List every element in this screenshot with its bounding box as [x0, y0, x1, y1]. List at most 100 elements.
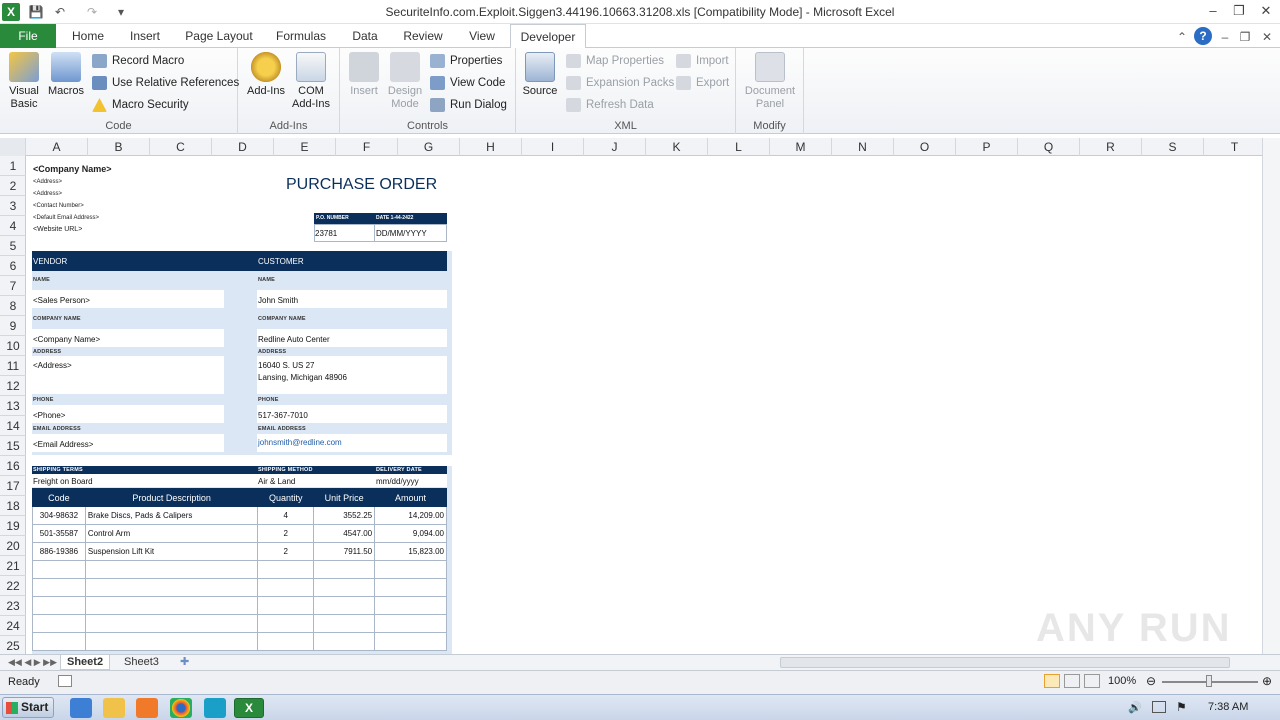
- excel-taskbar-icon[interactable]: X: [234, 698, 264, 718]
- tab-page-layout[interactable]: Page Layout: [180, 24, 258, 48]
- table-cell[interactable]: 304-98632: [32, 506, 86, 525]
- column-header[interactable]: J: [584, 138, 646, 156]
- zoom-level[interactable]: 100%: [1108, 675, 1136, 687]
- table-cell[interactable]: [374, 560, 447, 579]
- row-header[interactable]: 21: [0, 556, 26, 576]
- table-cell[interactable]: [257, 560, 315, 579]
- table-cell[interactable]: 501-35587: [32, 524, 86, 543]
- column-header[interactable]: S: [1142, 138, 1204, 156]
- start-button[interactable]: Start: [2, 697, 54, 718]
- zoom-in-icon[interactable]: ⊕: [1262, 674, 1272, 688]
- expansion-packs-button[interactable]: Expansion Packs: [566, 74, 674, 92]
- table-cell[interactable]: [32, 614, 86, 633]
- column-header[interactable]: F: [336, 138, 398, 156]
- row-header[interactable]: 14: [0, 416, 26, 436]
- table-cell[interactable]: [32, 560, 86, 579]
- table-cell[interactable]: [32, 578, 86, 597]
- insert-controls-button[interactable]: Insert: [344, 52, 384, 98]
- row-header[interactable]: 24: [0, 616, 26, 636]
- sheet-nav-icon[interactable]: ◀◀ ◀ ▶ ▶▶: [2, 655, 63, 670]
- volume-icon[interactable]: 🔊: [1128, 701, 1142, 714]
- design-mode-button[interactable]: Design Mode: [384, 52, 426, 111]
- workbook-close-icon[interactable]: ✕: [1260, 28, 1274, 46]
- macros-button[interactable]: Macros: [46, 52, 86, 98]
- folder-icon[interactable]: [103, 698, 125, 718]
- flag-icon[interactable]: ⚑: [1176, 700, 1187, 714]
- row-header[interactable]: 18: [0, 496, 26, 516]
- addins-button[interactable]: Add-Ins: [244, 52, 288, 98]
- column-header[interactable]: N: [832, 138, 894, 156]
- column-header[interactable]: M: [770, 138, 832, 156]
- help-icon[interactable]: ?: [1194, 27, 1212, 45]
- normal-view-icon[interactable]: [1044, 674, 1060, 688]
- tab-review[interactable]: Review: [398, 24, 448, 48]
- table-cell[interactable]: [84, 614, 259, 633]
- table-cell[interactable]: 3552.25: [313, 506, 376, 525]
- export-button[interactable]: Export: [676, 74, 729, 92]
- column-header[interactable]: R: [1080, 138, 1142, 156]
- properties-button[interactable]: Properties: [430, 52, 502, 70]
- page-break-view-icon[interactable]: [1084, 674, 1100, 688]
- po-date[interactable]: DD/MM/YYYY: [376, 229, 427, 238]
- row-header[interactable]: 9: [0, 316, 26, 336]
- table-cell[interactable]: [84, 632, 259, 651]
- table-cell[interactable]: 2: [257, 524, 315, 543]
- ie-icon[interactable]: [70, 698, 92, 718]
- horizontal-scrollbar[interactable]: [780, 657, 1230, 668]
- minimize-icon[interactable]: –: [1202, 2, 1224, 20]
- table-cell[interactable]: [374, 578, 447, 597]
- column-header[interactable]: O: [894, 138, 956, 156]
- row-header[interactable]: 12: [0, 376, 26, 396]
- table-cell[interactable]: 9,094.00: [374, 524, 447, 543]
- column-header[interactable]: B: [88, 138, 150, 156]
- table-cell[interactable]: [257, 596, 315, 615]
- refresh-data-button[interactable]: Refresh Data: [566, 96, 654, 114]
- relative-references-button[interactable]: Use Relative References: [92, 74, 239, 92]
- tab-data[interactable]: Data: [344, 24, 386, 48]
- table-cell[interactable]: [84, 578, 259, 597]
- row-header[interactable]: 23: [0, 596, 26, 616]
- row-header[interactable]: 15: [0, 436, 26, 456]
- row-header[interactable]: 17: [0, 476, 26, 496]
- column-header[interactable]: C: [150, 138, 212, 156]
- row-header[interactable]: 22: [0, 576, 26, 596]
- column-header[interactable]: K: [646, 138, 708, 156]
- column-header[interactable]: Q: [1018, 138, 1080, 156]
- map-properties-button[interactable]: Map Properties: [566, 52, 664, 70]
- restore-icon[interactable]: ❐: [1228, 2, 1250, 20]
- table-cell[interactable]: [32, 596, 86, 615]
- document-panel-button[interactable]: Document Panel: [740, 52, 800, 111]
- column-header[interactable]: L: [708, 138, 770, 156]
- table-cell[interactable]: Suspension Lift Kit: [84, 542, 259, 561]
- po-number[interactable]: 23781: [315, 229, 337, 238]
- chrome-icon[interactable]: [170, 698, 192, 718]
- workbook-restore-icon[interactable]: ❐: [1238, 28, 1252, 46]
- workbook-minimize-icon[interactable]: –: [1218, 28, 1232, 46]
- table-cell[interactable]: Brake Discs, Pads & Calipers: [84, 506, 259, 525]
- minimize-ribbon-icon[interactable]: ⌃: [1174, 28, 1190, 46]
- table-cell[interactable]: [313, 560, 376, 579]
- row-header[interactable]: 19: [0, 516, 26, 536]
- table-cell[interactable]: [313, 596, 376, 615]
- tab-formulas[interactable]: Formulas: [270, 24, 332, 48]
- table-cell[interactable]: [374, 632, 447, 651]
- visual-basic-button[interactable]: Visual Basic: [4, 52, 44, 111]
- macro-security-button[interactable]: Macro Security: [92, 96, 189, 114]
- table-cell[interactable]: [257, 632, 315, 651]
- row-header[interactable]: 25: [0, 636, 26, 656]
- tab-developer[interactable]: Developer: [510, 24, 586, 49]
- row-header[interactable]: 20: [0, 536, 26, 556]
- insert-sheet-icon[interactable]: ✚: [174, 655, 195, 670]
- table-cell[interactable]: [32, 632, 86, 651]
- row-header[interactable]: 13: [0, 396, 26, 416]
- column-header[interactable]: I: [522, 138, 584, 156]
- sheet-tab-sheet2[interactable]: Sheet2: [60, 655, 111, 670]
- edge-icon[interactable]: [204, 698, 226, 718]
- close-icon[interactable]: ✕: [1254, 2, 1278, 20]
- row-header[interactable]: 10: [0, 336, 26, 356]
- select-all-corner[interactable]: [0, 138, 26, 156]
- network-icon[interactable]: [1152, 701, 1166, 713]
- source-button[interactable]: Source: [520, 52, 560, 98]
- table-cell[interactable]: 15,823.00: [374, 542, 447, 561]
- row-header[interactable]: 6: [0, 256, 26, 276]
